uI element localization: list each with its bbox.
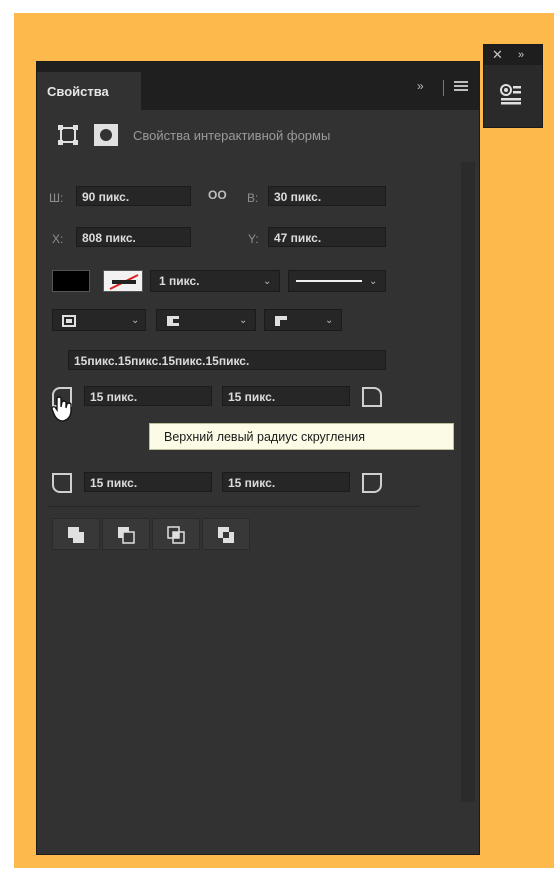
chevron-down-icon: ⌄ <box>263 276 272 287</box>
dock-topbar: ✕ » <box>484 45 542 65</box>
bottom-left-corner-icon[interactable] <box>52 473 72 493</box>
combined-corner-radius-field[interactable]: 15пикс.15пикс.15пикс.15пикс. <box>68 350 386 370</box>
y-field[interactable]: 47 пикс. <box>268 227 386 247</box>
properties-icon[interactable] <box>498 83 524 107</box>
stroke-type-dropdown[interactable]: ⌄ <box>288 270 386 292</box>
link-icon[interactable]: OO <box>208 188 227 202</box>
stroke-corner-icon <box>275 316 287 326</box>
stroke-line-preview <box>296 280 362 282</box>
tooltip: Верхний левый радиус скругления <box>149 423 454 450</box>
intersect-shapes-icon <box>167 526 185 544</box>
header-divider <box>443 80 444 96</box>
height-field[interactable]: 30 пикс. <box>268 186 386 206</box>
bottom-left-radius-field[interactable]: 15 пикс. <box>84 472 212 492</box>
chevron-down-icon: ⌄ <box>239 315 248 326</box>
divider <box>48 506 420 507</box>
fill-color-swatch[interactable] <box>52 270 90 292</box>
panel-scrollbar[interactable] <box>461 162 475 802</box>
expand-dock-button[interactable]: » <box>518 47 524 63</box>
stroke-corner-dropdown[interactable]: ⌄ <box>264 309 342 331</box>
panel-header: Свойства » <box>37 62 479 110</box>
stroke-width-dropdown[interactable]: 1 пикс. ⌄ <box>150 270 280 292</box>
bottom-right-corner-icon[interactable] <box>362 473 382 493</box>
properties-panel: Свойства » <box>36 61 480 855</box>
height-label: В: <box>247 191 259 205</box>
stroke-align-icon <box>62 315 76 327</box>
tab-properties[interactable]: Свойства <box>37 72 141 110</box>
chevron-down-icon: ⌄ <box>325 315 334 326</box>
top-left-radius-field[interactable]: 15 пикс. <box>84 386 212 406</box>
width-field[interactable]: 90 пикс. <box>76 186 191 206</box>
close-icon[interactable]: ✕ <box>492 47 503 63</box>
shape-transform-icon <box>57 124 79 146</box>
top-right-corner-icon[interactable] <box>362 387 382 407</box>
collapsed-panel-dock: ✕ » <box>483 44 543 128</box>
stroke-cap-dropdown[interactable]: ⌄ <box>156 309 256 331</box>
x-field[interactable]: 808 пикс. <box>76 227 191 247</box>
width-label: Ш: <box>49 191 64 205</box>
chevron-down-icon: ⌄ <box>131 315 140 326</box>
x-label: X: <box>52 232 64 246</box>
combine-shapes-icon <box>68 527 84 543</box>
top-right-radius-field[interactable]: 15 пикс. <box>222 386 350 406</box>
tab-properties-label: Свойства <box>47 84 109 99</box>
hand-cursor-icon <box>51 396 72 422</box>
stroke-cap-icon <box>167 316 179 326</box>
panel-menu-icon[interactable] <box>454 79 468 93</box>
section-title: Свойства интерактивной формы <box>133 128 331 143</box>
mask-icon <box>94 124 118 146</box>
chevron-down-icon: ⌄ <box>369 276 378 287</box>
exclude-shapes-icon <box>218 527 234 543</box>
bottom-right-radius-field[interactable]: 15 пикс. <box>222 472 350 492</box>
intersect-shapes-button[interactable] <box>152 518 200 550</box>
exclude-shapes-button[interactable] <box>202 518 250 550</box>
stroke-align-dropdown[interactable]: ⌄ <box>52 309 146 331</box>
y-label: Y: <box>248 232 259 246</box>
combine-shapes-button[interactable] <box>52 518 100 550</box>
subtract-shapes-icon <box>118 527 135 544</box>
stroke-width-value: 1 пикс. <box>159 274 200 288</box>
collapse-panel-button[interactable]: » <box>417 79 424 93</box>
stroke-color-swatch[interactable] <box>103 270 143 292</box>
subtract-shapes-button[interactable] <box>102 518 150 550</box>
